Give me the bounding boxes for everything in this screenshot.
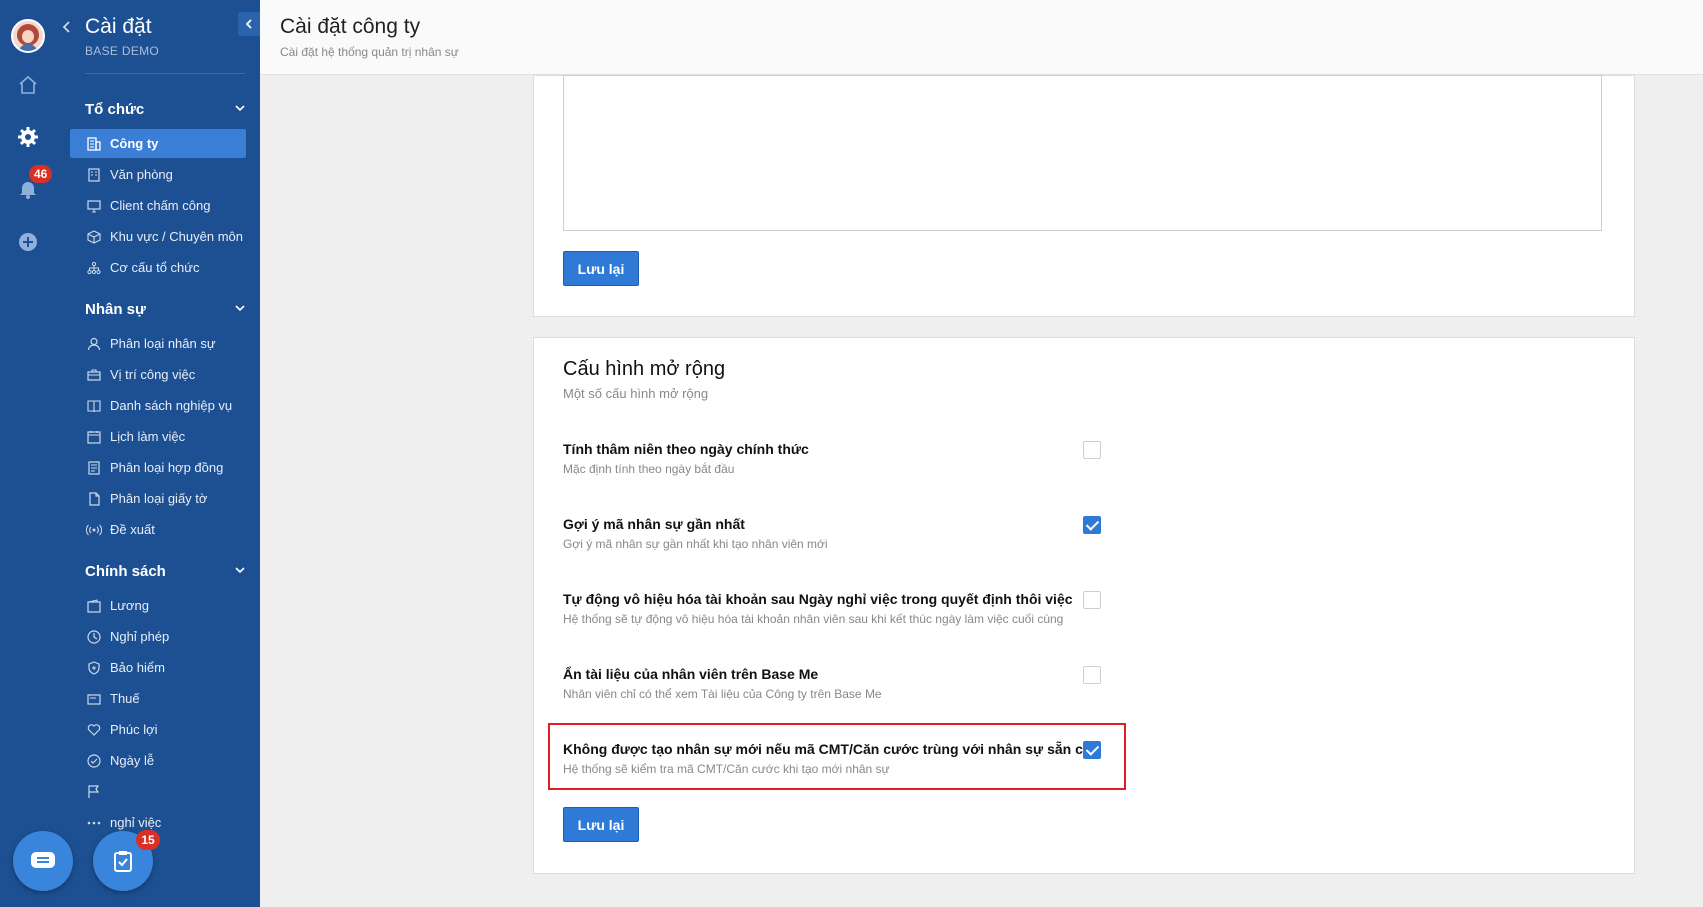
task-badge: 15	[136, 830, 160, 850]
sidebar-subtitle: BASE DEMO	[85, 44, 160, 58]
option-hide-documents: Ẩn tài liệu của nhân viên trên Base Me N…	[563, 666, 882, 701]
clipboard-check-icon	[114, 851, 132, 872]
contract-icon	[86, 460, 102, 476]
wallet-icon	[86, 598, 102, 614]
avatar[interactable]	[11, 19, 45, 53]
shield-icon	[86, 660, 102, 676]
option-seniority: Tính thâm niên theo ngày chính thức Mặc …	[563, 441, 809, 476]
sidebar-item-danh-sach-nghiep-vu[interactable]: Danh sách nghiệp vụ	[70, 391, 246, 420]
sidebar-item-vi-tri-cong-viec[interactable]: Vị trí công việc	[70, 360, 246, 389]
hide-documents-checkbox[interactable]	[1083, 666, 1101, 684]
section-chinh-sach[interactable]: Chính sách	[85, 563, 245, 580]
sidebar-item-nghi-phep[interactable]: Nghỉ phép	[70, 622, 246, 651]
office-icon	[86, 167, 102, 183]
tax-icon	[86, 691, 102, 707]
page-title: Cài đặt công ty	[280, 15, 421, 38]
sidebar-item-client-cham-cong[interactable]: Client chấm công	[70, 191, 246, 220]
section-to-chuc[interactable]: Tổ chức	[85, 101, 245, 118]
chat-icon	[31, 852, 55, 868]
monitor-icon	[86, 198, 102, 214]
card-subtitle: Một số cấu hình mở rộng	[563, 386, 709, 401]
option-duplicate-id: Không được tạo nhân sự mới nếu mã CMT/Că…	[563, 741, 1092, 776]
sidebar-item-phan-loai-giay-to[interactable]: Phân loại giấy tờ	[70, 484, 246, 513]
add-circle-icon[interactable]	[17, 231, 39, 253]
sidebar-item-luong[interactable]: Lương	[70, 591, 246, 620]
briefcase-icon	[86, 367, 102, 383]
broadcast-icon	[86, 522, 102, 538]
cube-icon	[86, 229, 102, 245]
sidebar-item-cong-ty[interactable]: Công ty	[70, 129, 246, 158]
org-chart-icon	[86, 260, 102, 276]
sidebar-item-ngay-le[interactable]: Ngày lễ	[70, 746, 246, 775]
suggest-code-checkbox[interactable]	[1083, 516, 1101, 534]
page-header: Cài đặt công ty Cài đặt hệ thống quản tr…	[260, 0, 1703, 75]
icon-rail: 46	[0, 0, 56, 907]
sidebar-item-bao-hiem[interactable]: Bảo hiểm	[70, 653, 246, 682]
sidebar-title: Cài đặt	[85, 15, 152, 38]
document-icon	[86, 491, 102, 507]
page-subtitle: Cài đặt hệ thống quản trị nhân sự	[280, 45, 459, 59]
card-title: Cấu hình mở rộng	[563, 358, 726, 380]
save-button[interactable]: Lưu lại	[563, 807, 639, 842]
seniority-checkbox[interactable]	[1083, 441, 1101, 459]
book-icon	[86, 398, 102, 414]
dots-icon	[86, 815, 102, 831]
notification-badge: 46	[29, 165, 53, 183]
sidebar-item-phuc-loi[interactable]: Phúc lợi	[70, 715, 246, 744]
company-info-card: Lưu lại	[533, 75, 1635, 317]
section-nhan-su[interactable]: Nhân sự	[85, 301, 245, 318]
auto-disable-checkbox[interactable]	[1083, 591, 1101, 609]
sidebar-item-thue[interactable]: Thuế	[70, 684, 246, 713]
chevron-down-icon	[235, 305, 245, 312]
option-suggest-code: Gợi ý mã nhân sự gần nhất Gợi ý mã nhân …	[563, 516, 828, 551]
user-icon	[86, 336, 102, 352]
clock-icon	[86, 629, 102, 645]
back-icon[interactable]	[62, 20, 72, 38]
description-textarea[interactable]	[563, 75, 1602, 231]
sidebar-item-co-cau-to-chuc[interactable]: Cơ cấu tổ chức	[70, 253, 246, 282]
sidebar-divider	[85, 73, 245, 74]
option-auto-disable: Tự động vô hiệu hóa tài khoản sau Ngày n…	[563, 591, 1073, 626]
gear-icon[interactable]	[17, 126, 39, 148]
check-circle-icon	[86, 753, 102, 769]
duplicate-id-checkbox[interactable]	[1083, 741, 1101, 759]
settings-sidebar: Cài đặt BASE DEMO Tổ chức Công ty Văn ph…	[56, 0, 260, 907]
sidebar-item-phan-loai-nhan-su[interactable]: Phân loại nhân sự	[70, 329, 246, 358]
calendar-icon	[86, 429, 102, 445]
sidebar-item-khu-vuc[interactable]: Khu vực / Chuyên môn	[70, 222, 246, 251]
flag-icon	[86, 784, 102, 800]
sidebar-item-lich-lam-viec[interactable]: Lịch làm việc	[70, 422, 246, 451]
sidebar-item-flag[interactable]	[70, 777, 246, 806]
home-icon[interactable]	[17, 74, 39, 96]
extended-config-card: Cấu hình mở rộng Một số cấu hình mở rộng…	[533, 337, 1635, 874]
chevron-down-icon	[235, 567, 245, 574]
sidebar-item-van-phong[interactable]: Văn phòng	[70, 160, 246, 189]
heart-icon	[86, 722, 102, 738]
sidebar-item-nghi-viec[interactable]: nghỉ việc	[70, 808, 246, 837]
collapse-sidebar-button[interactable]	[238, 12, 260, 36]
sidebar-item-de-xuat[interactable]: Đề xuất	[70, 515, 246, 544]
save-button[interactable]: Lưu lại	[563, 251, 639, 286]
sidebar-item-phan-loai-hop-dong[interactable]: Phân loại hợp đồng	[70, 453, 246, 482]
building-icon	[86, 136, 102, 152]
chevron-down-icon	[235, 105, 245, 112]
chat-button[interactable]	[13, 831, 73, 891]
